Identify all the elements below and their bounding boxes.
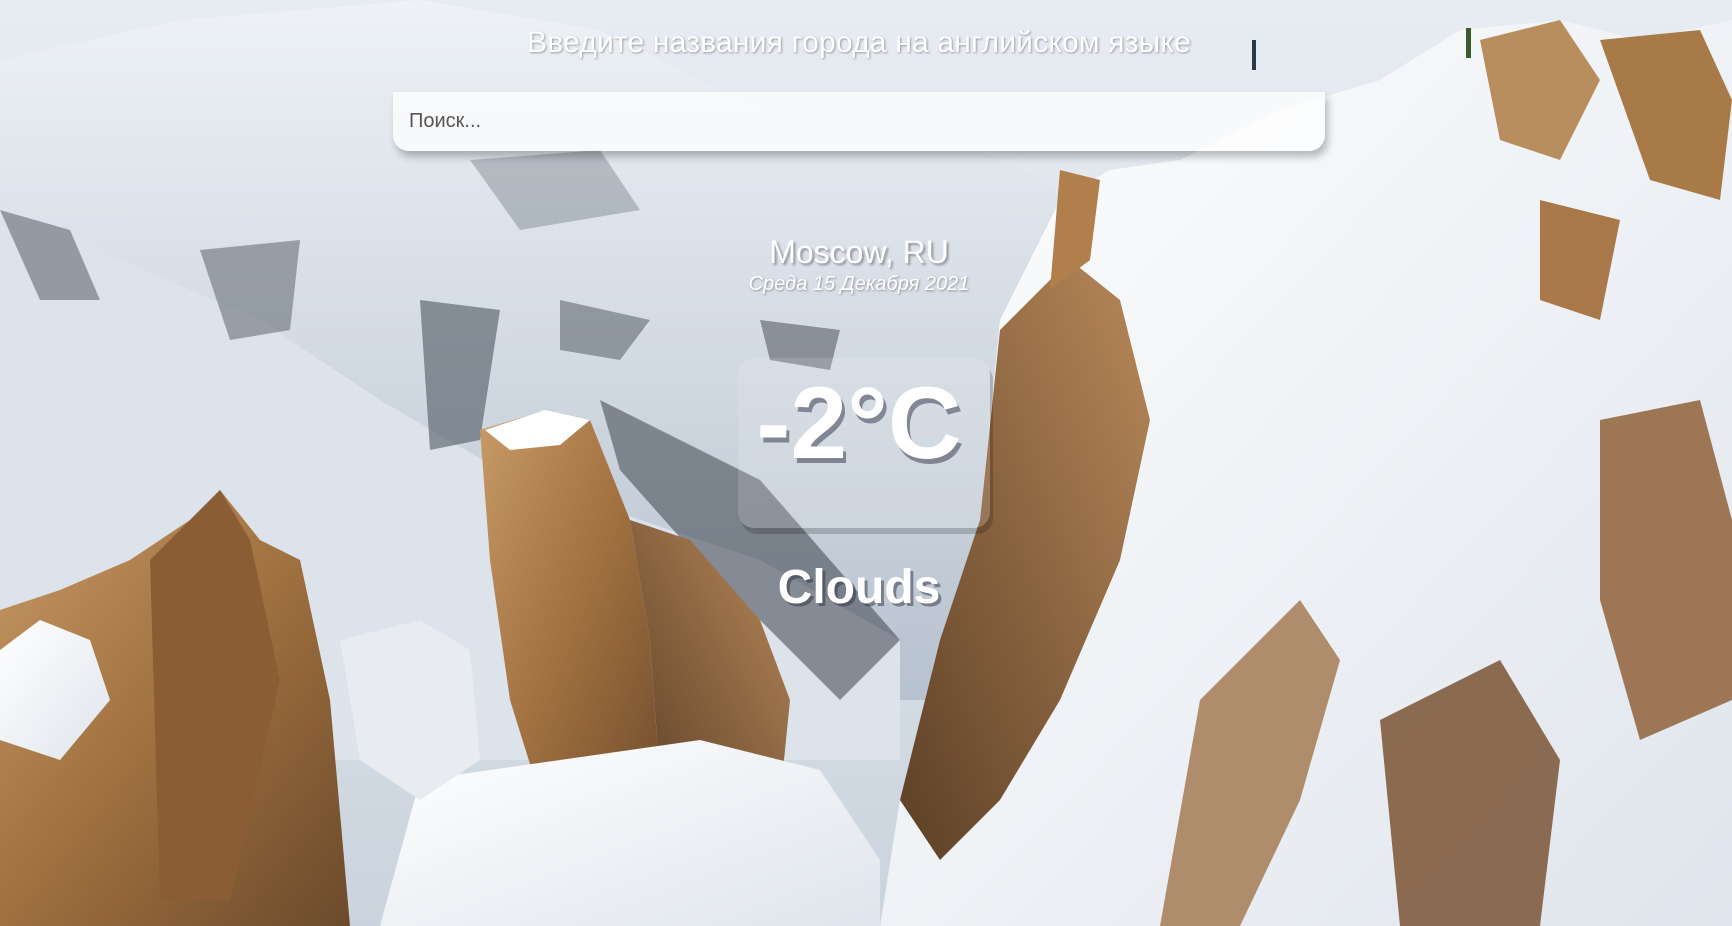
location-name: Moscow, RU	[769, 234, 949, 270]
weather-condition: Clouds	[777, 561, 941, 614]
search-heading: Введите названия города на английском яз…	[527, 26, 1191, 59]
app-root: Введите названия города на английском яз…	[0, 0, 1732, 926]
city-search-input[interactable]	[393, 92, 1325, 151]
current-date: Среда 15 Декабря 2021	[748, 273, 970, 295]
temperature-value: -2°C	[756, 366, 962, 480]
